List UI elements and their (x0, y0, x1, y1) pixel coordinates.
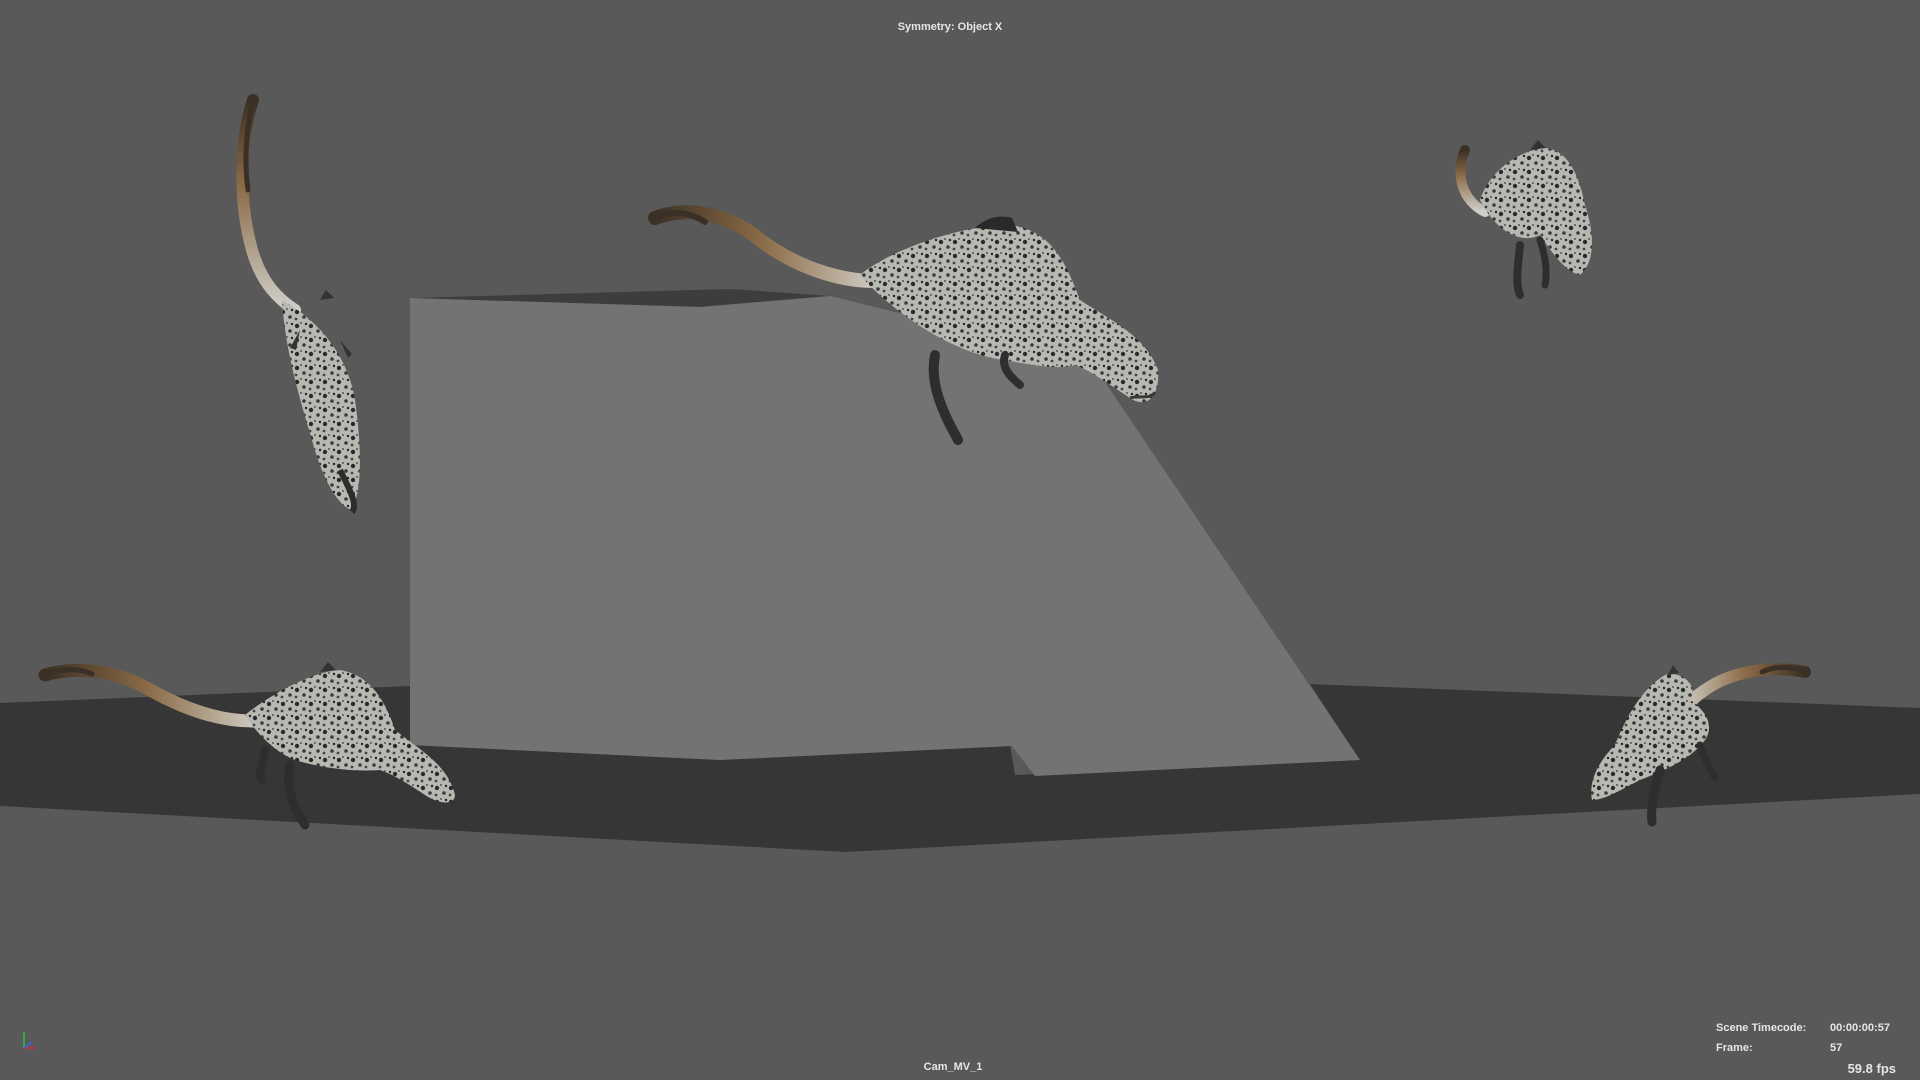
scene-timecode-label: Scene Timecode: (1716, 1022, 1807, 1034)
fps-readout: 59.8 fps (1847, 1061, 1896, 1076)
dinosaur-model-top-right[interactable] (1455, 140, 1592, 299)
symmetry-label: Symmetry: Object X (897, 21, 1003, 33)
ramp-block (410, 296, 1360, 776)
frame-label: Frame: (1716, 1042, 1753, 1054)
axis-gizmo-icon (23, 1032, 36, 1049)
3d-viewport[interactable]: Symmetry: Object X Scene Timecode: 00:00… (0, 0, 1920, 1080)
scene-render[interactable] (0, 0, 1920, 1080)
scene-timecode-value: 00:00:00:57 (1830, 1022, 1890, 1034)
dinosaur-model-falling-left[interactable] (236, 94, 360, 514)
camera-name-label: Cam_MV_1 (923, 1061, 983, 1073)
frame-value: 57 (1830, 1042, 1843, 1054)
